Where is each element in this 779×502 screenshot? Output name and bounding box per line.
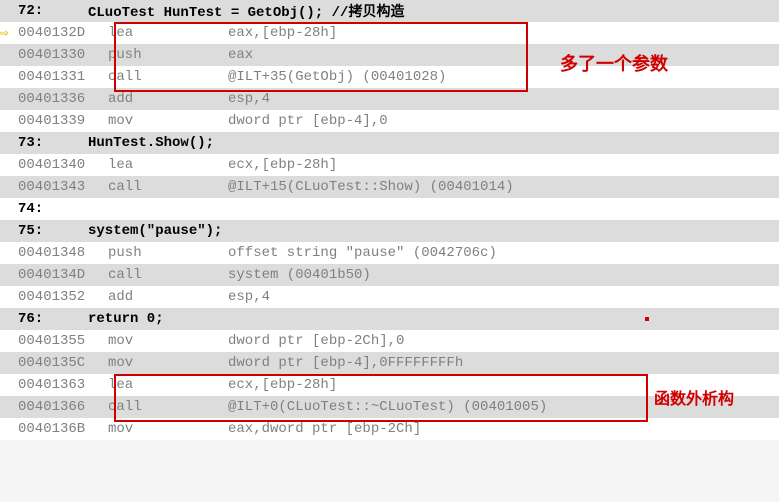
asm-line: 00401355movdword ptr [ebp-2Ch],0 (0, 330, 779, 352)
annotation-text: 函数外析构 (654, 385, 734, 409)
line-number: 76: (18, 311, 88, 327)
source-code: system("pause"); (88, 223, 222, 239)
mnemonic: push (108, 245, 228, 261)
source-line: 74: (0, 198, 779, 220)
address: 00401340 (18, 157, 108, 173)
line-number: 75: (18, 223, 88, 239)
line-number: 73: (18, 135, 88, 151)
mnemonic: mov (108, 333, 228, 349)
operands: dword ptr [ebp-4],0FFFFFFFFh (228, 355, 463, 371)
operands: ecx,[ebp-28h] (228, 157, 337, 173)
address: 00401336 (18, 91, 108, 107)
mnemonic: add (108, 289, 228, 305)
operands: @ILT+0(CLuoTest::~CLuoTest) (00401005) (228, 399, 547, 415)
mnemonic: push (108, 47, 228, 63)
asm-line: ⇨ 0040132Dleaeax,[ebp-28h] (0, 22, 779, 44)
asm-line: 0040135Cmovdword ptr [ebp-4],0FFFFFFFFh (0, 352, 779, 374)
operands: offset string "pause" (0042706c) (228, 245, 497, 261)
address: 00401339 (18, 113, 108, 129)
source-line: 76:return 0; (0, 308, 779, 330)
mnemonic: mov (108, 355, 228, 371)
operands: ecx,[ebp-28h] (228, 377, 337, 393)
mnemonic: lea (108, 377, 228, 393)
source-line: 72:CLuoTest HunTest = GetObj(); //拷贝构造 (0, 0, 779, 22)
asm-line: 00401339movdword ptr [ebp-4],0 (0, 110, 779, 132)
address: 00401366 (18, 399, 108, 415)
address: 00401343 (18, 179, 108, 195)
marker-dot-icon (645, 317, 649, 321)
asm-line: 00401340leaecx,[ebp-28h] (0, 154, 779, 176)
source-line: 75:system("pause"); (0, 220, 779, 242)
operands: eax (228, 47, 253, 63)
mnemonic: lea (108, 25, 228, 41)
line-number: 72: (18, 3, 88, 19)
line-number: 74: (18, 201, 88, 217)
source-code: CLuoTest HunTest = GetObj(); //拷贝构造 (88, 1, 404, 21)
mnemonic: mov (108, 113, 228, 129)
asm-line: 00401348pushoffset string "pause" (00427… (0, 242, 779, 264)
address: 00401352 (18, 289, 108, 305)
address: 00401355 (18, 333, 108, 349)
operands: eax,[ebp-28h] (228, 25, 337, 41)
mnemonic: call (108, 399, 228, 415)
current-line-arrow-icon: ⇨ (0, 26, 8, 42)
operands: eax,dword ptr [ebp-2Ch] (228, 421, 421, 437)
operands: dword ptr [ebp-2Ch],0 (228, 333, 404, 349)
address: 0040136B (18, 421, 108, 437)
operands: dword ptr [ebp-4],0 (228, 113, 388, 129)
gutter: ⇨ (0, 25, 18, 42)
address: 0040132D (18, 25, 108, 41)
operands: @ILT+35(GetObj) (00401028) (228, 69, 446, 85)
address: 00401363 (18, 377, 108, 393)
operands: system (00401b50) (228, 267, 371, 283)
mnemonic: call (108, 267, 228, 283)
operands: esp,4 (228, 289, 270, 305)
address: 0040134D (18, 267, 108, 283)
address: 00401331 (18, 69, 108, 85)
source-line: 73:HunTest.Show(); (0, 132, 779, 154)
mnemonic: add (108, 91, 228, 107)
address: 0040135C (18, 355, 108, 371)
mnemonic: mov (108, 421, 228, 437)
address: 00401330 (18, 47, 108, 63)
asm-line: 00401336addesp,4 (0, 88, 779, 110)
mnemonic: call (108, 69, 228, 85)
annotation-text: 多了一个参数 (560, 50, 668, 76)
asm-line: 0040134Dcallsystem (00401b50) (0, 264, 779, 286)
operands: esp,4 (228, 91, 270, 107)
address: 00401348 (18, 245, 108, 261)
asm-line: 0040136Bmoveax,dword ptr [ebp-2Ch] (0, 418, 779, 440)
source-code: return 0; (88, 311, 164, 327)
asm-line: 00401343call@ILT+15(CLuoTest::Show) (004… (0, 176, 779, 198)
mnemonic: call (108, 179, 228, 195)
asm-line: 00401352addesp,4 (0, 286, 779, 308)
source-code: HunTest.Show(); (88, 135, 214, 151)
mnemonic: lea (108, 157, 228, 173)
operands: @ILT+15(CLuoTest::Show) (00401014) (228, 179, 514, 195)
